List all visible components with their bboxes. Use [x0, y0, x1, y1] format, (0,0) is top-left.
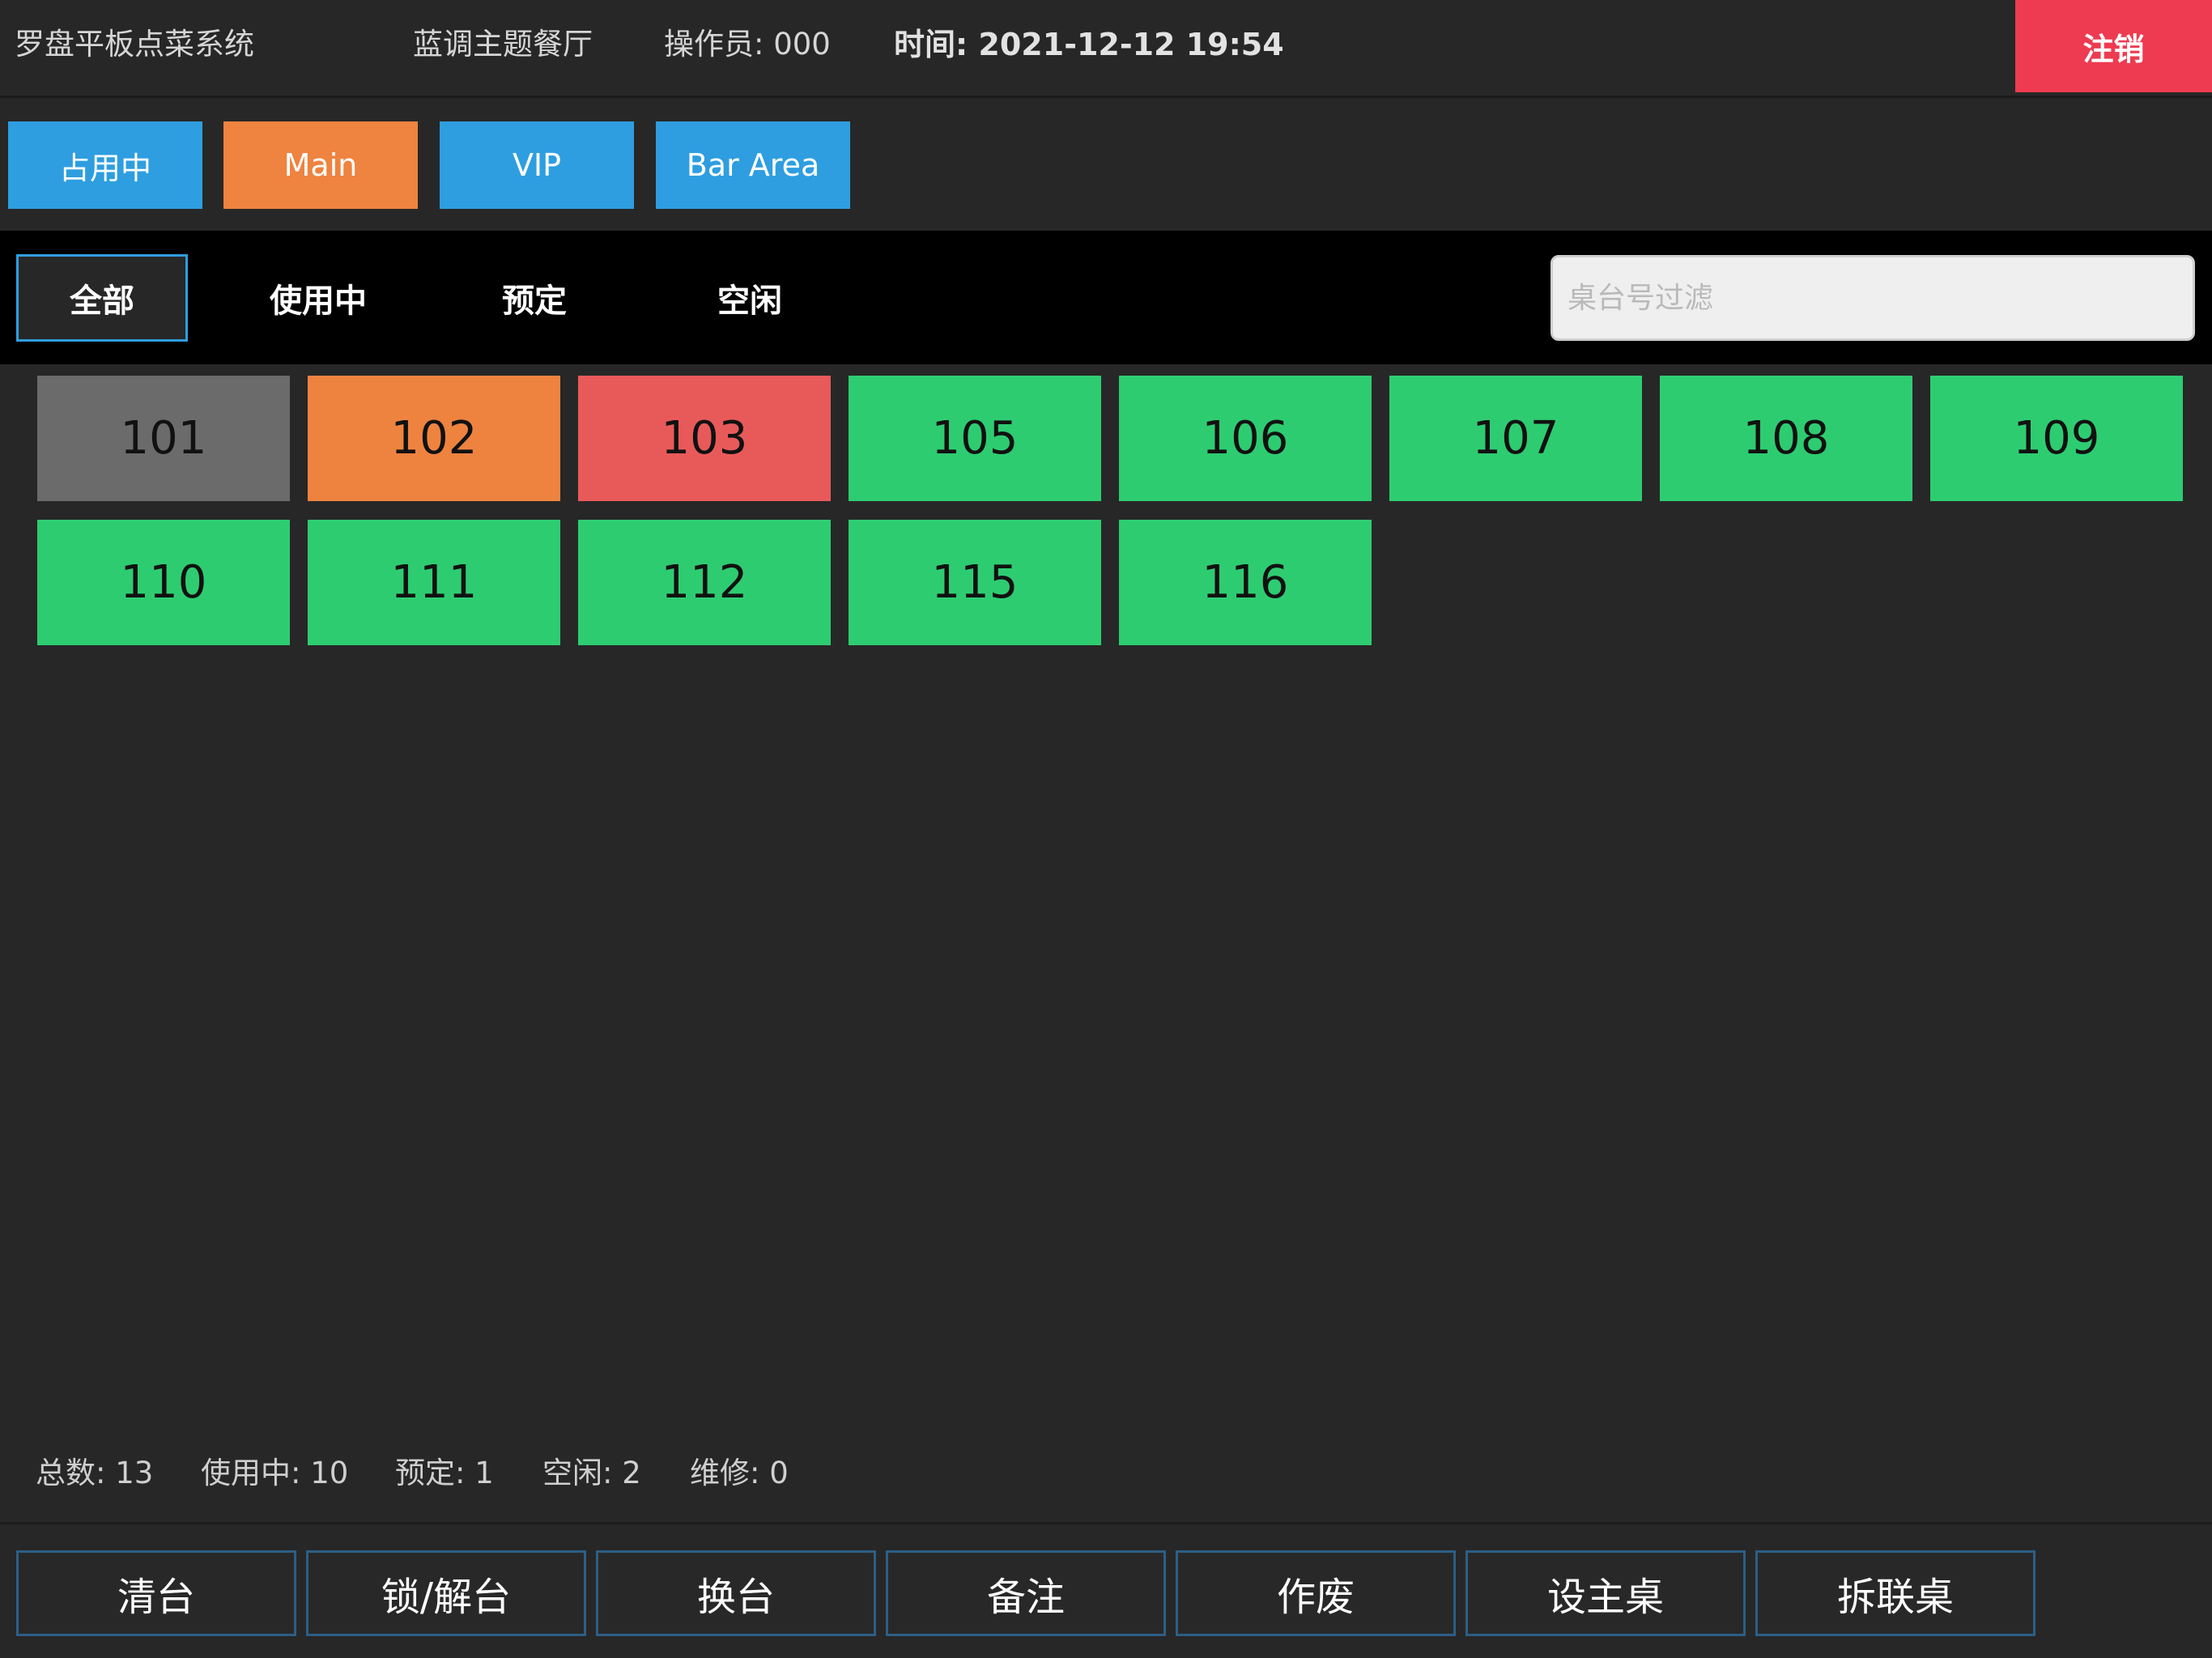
app-title: 罗盘平板点菜系统: [15, 27, 254, 62]
action-bar: 清台 锁/解台 换台 备注 作废 设主桌 拆联桌: [0, 1522, 2212, 1658]
table-tile-115[interactable]: 115: [849, 520, 1101, 645]
table-tile-101[interactable]: 101: [37, 376, 290, 501]
summary-reserved: 预定: 1: [395, 1456, 494, 1490]
lock-unlock-table-button[interactable]: 锁/解台: [306, 1550, 586, 1636]
table-tile-103[interactable]: 103: [578, 376, 831, 501]
table-management-screen: 罗盘平板点菜系统 蓝调主题餐厅 操作员: 000 时间: 2021-12-12 …: [0, 0, 2212, 1658]
table-tile-102[interactable]: 102: [308, 376, 560, 501]
area-tab-occupied[interactable]: 占用中: [8, 121, 202, 209]
table-tile-110[interactable]: 110: [37, 520, 290, 645]
table-tile-106[interactable]: 106: [1119, 376, 1372, 501]
table-tile-112[interactable]: 112: [578, 520, 831, 645]
logout-button[interactable]: 注销: [2015, 0, 2212, 92]
table-tile-108[interactable]: 108: [1660, 376, 1912, 501]
area-tab-main[interactable]: Main: [223, 121, 418, 209]
summary-total: 总数: 13: [36, 1456, 154, 1490]
summary-repair: 维修: 0: [690, 1456, 789, 1490]
table-tile-116[interactable]: 116: [1119, 520, 1372, 645]
note-button[interactable]: 备注: [886, 1550, 1166, 1636]
filter-tab-in-use[interactable]: 使用中: [232, 254, 404, 342]
table-tile-107[interactable]: 107: [1389, 376, 1642, 501]
split-joined-table-button[interactable]: 拆联桌: [1755, 1550, 2035, 1636]
set-main-table-button[interactable]: 设主桌: [1465, 1550, 1746, 1636]
operator-label: 操作员: 000: [664, 27, 831, 62]
table-tile-105[interactable]: 105: [849, 376, 1101, 501]
area-tab-bar-area[interactable]: Bar Area: [656, 121, 850, 209]
filter-tab-all[interactable]: 全部: [16, 254, 188, 342]
filter-tab-reserved[interactable]: 预定: [449, 254, 620, 342]
filter-tab-free[interactable]: 空闲: [664, 254, 836, 342]
change-table-button[interactable]: 换台: [596, 1550, 876, 1636]
area-tab-vip[interactable]: VIP: [440, 121, 634, 209]
status-filter-bar: 全部 使用中 预定 空闲: [0, 231, 2212, 364]
header-bar: 罗盘平板点菜系统 蓝调主题餐厅 操作员: 000 时间: 2021-12-12 …: [0, 0, 2212, 98]
void-button[interactable]: 作废: [1176, 1550, 1456, 1636]
clear-table-button[interactable]: 清台: [16, 1550, 296, 1636]
current-time: 时间: 2021-12-12 19:54: [894, 27, 1284, 62]
restaurant-name: 蓝调主题餐厅: [413, 27, 593, 62]
table-number-filter-input[interactable]: [1551, 255, 2195, 341]
summary-in-use: 使用中: 10: [201, 1456, 349, 1490]
summary-free: 空闲: 2: [542, 1456, 641, 1490]
table-tile-111[interactable]: 111: [308, 520, 560, 645]
table-tile-109[interactable]: 109: [1930, 376, 2183, 501]
